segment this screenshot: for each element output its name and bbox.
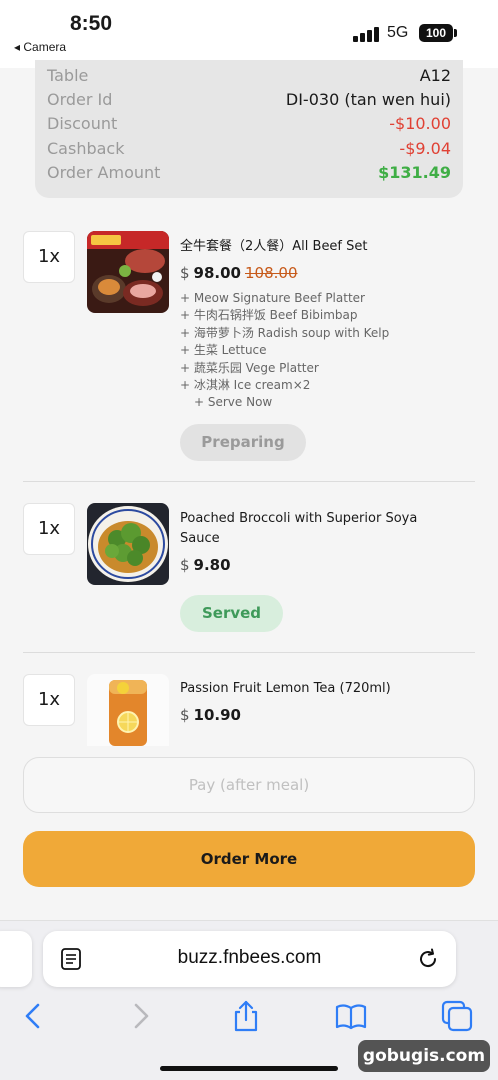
summary-label: Order Id <box>47 90 113 109</box>
home-indicator[interactable] <box>160 1066 338 1071</box>
item-price: $98.00 108.00 <box>180 264 298 282</box>
price-amount: 9.80 <box>193 556 231 574</box>
forward-icon[interactable] <box>124 999 158 1033</box>
discount-value: -$10.00 <box>389 114 451 133</box>
item-name: Passion Fruit Lemon Tea (720ml) <box>180 681 391 696</box>
url-text[interactable]: buzz.fnbees.com <box>43 947 456 969</box>
order-id: DI-030 (tan wen hui) <box>285 90 451 109</box>
order-more-button[interactable]: Order More <box>23 831 475 887</box>
item-quantity: 1x <box>23 231 75 283</box>
currency-symbol: $ <box>180 556 190 574</box>
address-bar[interactable]: buzz.fnbees.com <box>43 931 456 987</box>
item-name-line: Sauce <box>180 531 220 546</box>
broccoli-image <box>87 503 169 585</box>
battery-tip <box>454 29 457 37</box>
summary-row-order-id: Order Id DI-030 (tan wen hui) <box>47 90 451 114</box>
reload-icon[interactable] <box>416 947 440 971</box>
modifier-line: + 牛肉石锅拌饭 Beef Bibimbap <box>180 308 358 323</box>
item-name-line: Poached Broccoli with Superior Soya <box>180 511 418 526</box>
currency-symbol: $ <box>180 706 190 724</box>
status-bar: 8:50 ◂ Camera 5G 100 <box>0 0 498 68</box>
order-amount-value: $131.49 <box>378 163 451 182</box>
status-time: 8:50 <box>70 12 113 35</box>
modifier-line: + 蔬菜乐园 Vege Platter <box>180 360 319 375</box>
modifier-line: + 冰淇淋 Ice cream×2 <box>180 378 311 393</box>
status-badge-preparing: Preparing <box>180 424 306 461</box>
modifier-line: + Serve Now <box>194 395 273 410</box>
status-badge-served: Served <box>180 595 283 632</box>
cashback-value: -$9.04 <box>399 139 451 158</box>
summary-label: Table <box>47 66 89 85</box>
back-icon[interactable] <box>16 999 50 1033</box>
summary-label: Cashback <box>47 139 125 158</box>
item-name: 全牛套餐（2人餐）All Beef Set <box>180 239 368 254</box>
share-icon[interactable] <box>229 999 263 1033</box>
price-amount: 98.00 <box>193 264 241 282</box>
item-quantity: 1x <box>23 503 75 555</box>
item-price: $10.90 <box>180 706 241 724</box>
summary-row-table: Table A12 <box>47 66 451 90</box>
item-divider <box>23 481 475 482</box>
cellular-signal-icon <box>353 26 381 42</box>
summary-label: Discount <box>47 114 118 133</box>
beef-set-image <box>87 231 169 313</box>
previous-tab-peek[interactable] <box>0 931 32 987</box>
order-summary-card: Table A12 Order Id DI-030 (tan wen hui) … <box>35 60 463 198</box>
network-type: 5G <box>387 24 409 41</box>
item-price: $9.80 <box>180 556 231 574</box>
battery-icon: 100 <box>419 24 453 42</box>
modifier-line: + 海带萝卜汤 Radish soup with Kelp <box>180 325 390 340</box>
tabs-icon[interactable] <box>440 999 474 1033</box>
back-to-camera-link[interactable]: ◂ Camera <box>14 40 66 54</box>
item-name: Poached Broccoli with Superior Soya Sauc… <box>180 509 417 549</box>
item-quantity: 1x <box>23 674 75 726</box>
currency-symbol: $ <box>180 264 190 282</box>
item-divider <box>23 652 475 653</box>
modifier-line: + 生菜 Lettuce <box>180 343 267 358</box>
lemon-tea-image <box>87 674 169 746</box>
item-modifiers: + Meow Signature Beef Platter + 牛肉石锅拌饭 B… <box>180 290 389 412</box>
bookmarks-icon[interactable] <box>334 999 368 1033</box>
pay-after-meal-button[interactable]: Pay (after meal) <box>23 757 475 813</box>
modifier-line: + Meow Signature Beef Platter <box>180 291 365 305</box>
original-price: 108.00 <box>245 264 298 282</box>
summary-label: Order Amount <box>47 163 161 182</box>
summary-row-cashback: Cashback -$9.04 <box>47 139 451 163</box>
summary-row-order-amount: Order Amount $131.49 <box>47 163 451 187</box>
table-number: A12 <box>419 66 451 85</box>
summary-row-discount: Discount -$10.00 <box>47 114 451 138</box>
watermark-logo: gobugis.com <box>358 1040 490 1072</box>
price-amount: 10.90 <box>193 706 241 724</box>
